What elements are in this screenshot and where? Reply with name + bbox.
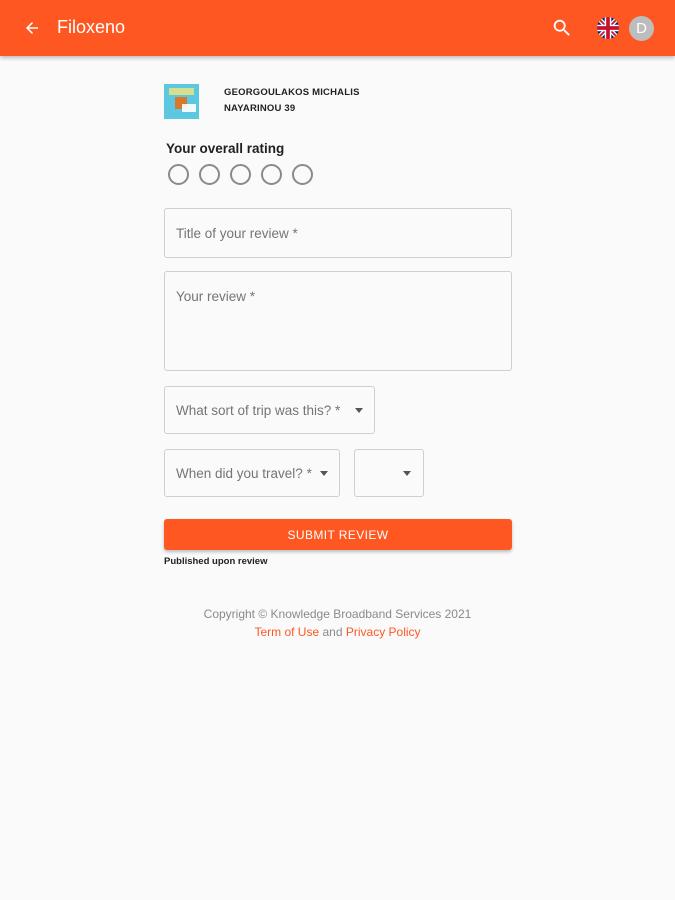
- user-avatar[interactable]: D: [629, 16, 654, 41]
- review-title-input[interactable]: Title of your review *: [164, 208, 512, 258]
- footer-and-text: and: [322, 625, 343, 639]
- terms-of-use-link[interactable]: Term of Use: [254, 625, 319, 639]
- privacy-policy-link[interactable]: Privacy Policy: [346, 625, 421, 639]
- review-text-input[interactable]: Your review *: [164, 271, 512, 371]
- review-title-placeholder: Title of your review *: [176, 226, 298, 241]
- back-button[interactable]: [20, 16, 44, 40]
- footer-links: Term of Use and Privacy Policy: [0, 625, 675, 639]
- dropdown-arrow-icon: [403, 471, 411, 476]
- property-thumbnail: [164, 84, 199, 119]
- dropdown-arrow-icon: [320, 471, 328, 476]
- published-note: Published upon review: [164, 556, 268, 567]
- property-name: GEORGOULAKOS MICHALIS: [224, 87, 360, 98]
- rating-option-4[interactable]: [261, 164, 282, 185]
- rating-selector: [168, 164, 323, 185]
- rating-label: Your overall rating: [166, 141, 285, 156]
- submit-review-button[interactable]: SUBMIT REVIEW: [164, 519, 512, 550]
- trip-type-select[interactable]: What sort of trip was this? *: [164, 386, 375, 434]
- app-title: Filoxeno: [57, 17, 126, 37]
- review-text-placeholder: Your review *: [176, 289, 256, 304]
- dropdown-arrow-icon: [355, 408, 363, 413]
- travel-year-select[interactable]: [354, 449, 424, 497]
- uk-flag-icon: [597, 17, 619, 39]
- search-button[interactable]: [551, 17, 573, 39]
- travel-date-placeholder: When did you travel? *: [176, 466, 312, 481]
- travel-date-select[interactable]: When did you travel? *: [164, 449, 340, 497]
- rating-option-2[interactable]: [199, 164, 220, 185]
- rating-option-3[interactable]: [230, 164, 251, 185]
- rating-option-1[interactable]: [168, 164, 189, 185]
- property-address: NAYARINOU 39: [224, 103, 296, 114]
- trip-type-placeholder: What sort of trip was this? *: [176, 403, 341, 418]
- language-selector[interactable]: [597, 17, 619, 39]
- arrow-back-icon: [26, 22, 38, 34]
- search-icon: [553, 19, 570, 36]
- footer-copyright: Copyright © Knowledge Broadband Services…: [203, 607, 472, 621]
- rating-option-5[interactable]: [292, 164, 313, 185]
- app-bar: Filoxeno D: [0, 0, 675, 56]
